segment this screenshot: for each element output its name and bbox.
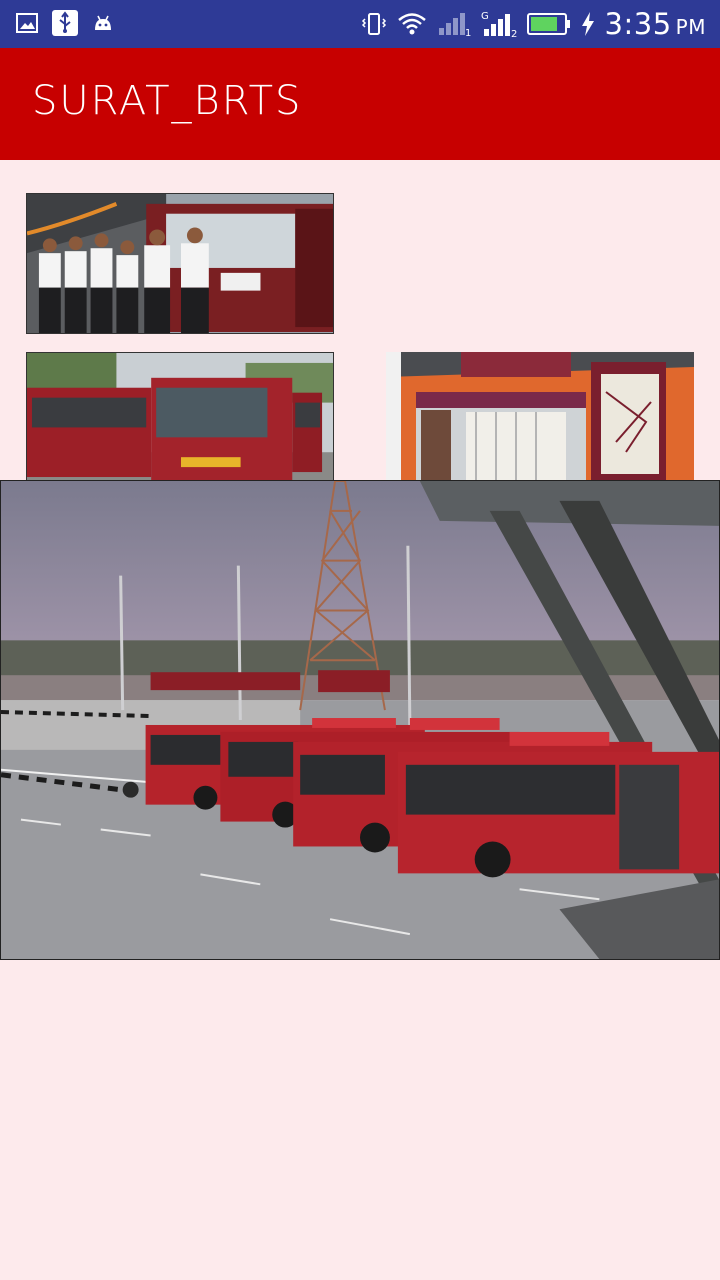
app-bar: SURAT_BRTS — [0, 48, 720, 160]
brts-station-interior-photo — [386, 352, 694, 480]
svg-text:1: 1 — [465, 28, 471, 37]
signal-sim1-icon: 1 — [437, 11, 471, 37]
android-icon — [92, 12, 114, 34]
app-title: SURAT_BRTS — [32, 78, 303, 124]
charging-icon — [581, 11, 595, 37]
notification-icons — [16, 10, 114, 36]
system-icons: 1 G2 3:35 PM — [361, 6, 706, 42]
status-bar: 1 G2 3:35 PM — [0, 0, 720, 48]
gallery-icon — [16, 12, 38, 34]
brts-staff-photo — [27, 194, 333, 333]
gallery-thumbnail-1[interactable] — [26, 193, 334, 334]
battery-icon — [526, 12, 571, 36]
clock: 3:35 PM — [604, 7, 706, 41]
vibrate-icon — [361, 11, 387, 37]
gallery-thumbnail-3[interactable] — [386, 352, 694, 480]
signal-sim2-icon: G2 — [481, 10, 517, 38]
svg-text:2: 2 — [511, 29, 517, 38]
brts-buses-road-photo — [27, 353, 333, 480]
gallery-thumbnail-2[interactable] — [26, 352, 334, 480]
brts-depot-buses-photo — [1, 481, 719, 959]
wifi-icon — [397, 11, 427, 37]
usb-icon — [52, 10, 78, 36]
svg-text:G: G — [481, 11, 489, 22]
selected-image-view[interactable] — [0, 480, 720, 960]
